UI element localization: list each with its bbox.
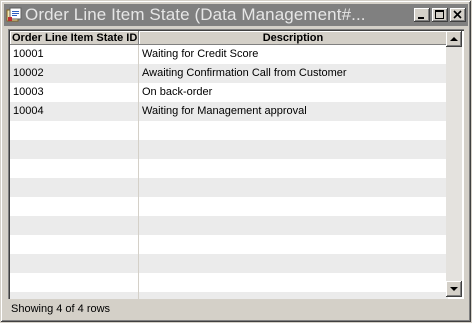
data-grid[interactable]: Order Line Item State ID Description 100… <box>8 29 464 299</box>
window-title: Order Line Item State (Data Management#.… <box>25 5 366 24</box>
grid-rows: 10001 Waiting for Credit Score 10002 Awa… <box>10 45 448 299</box>
empty-row <box>10 273 448 292</box>
empty-row <box>10 159 448 178</box>
grid-header: Order Line Item State ID Description <box>10 31 448 45</box>
empty-row <box>10 140 448 159</box>
cell-id[interactable]: 10003 <box>10 83 139 102</box>
close-button[interactable] <box>450 8 466 22</box>
cell-id[interactable]: 10002 <box>10 64 139 83</box>
table-row[interactable]: 10003 On back-order <box>10 83 448 102</box>
cell-description[interactable]: Awaiting Confirmation Call from Customer <box>139 64 448 83</box>
cell-id[interactable]: 10001 <box>10 45 139 64</box>
cell-description[interactable]: Waiting for Management approval <box>139 102 448 121</box>
table-row[interactable]: 10004 Waiting for Management approval <box>10 102 448 121</box>
arrow-up-icon <box>450 37 458 41</box>
empty-row <box>10 178 448 197</box>
close-icon <box>453 10 462 19</box>
empty-row <box>10 121 448 140</box>
table-row[interactable]: 10001 Waiting for Credit Score <box>10 45 448 64</box>
column-header-description[interactable]: Description <box>139 31 448 45</box>
table-row[interactable]: 10002 Awaiting Confirmation Call from Cu… <box>10 64 448 83</box>
empty-row <box>10 292 448 299</box>
window-app-icon[interactable] <box>6 7 22 23</box>
window: Order Line Item State (Data Management#.… <box>0 0 472 323</box>
status-bar: Showing 4 of 4 rows <box>11 303 111 315</box>
minimize-icon <box>418 17 424 19</box>
maximize-icon <box>435 10 444 19</box>
empty-row <box>10 216 448 235</box>
scroll-down-button[interactable] <box>446 281 462 297</box>
minimize-button[interactable] <box>414 8 430 22</box>
empty-row <box>10 197 448 216</box>
arrow-down-icon <box>450 287 458 291</box>
cell-description[interactable]: Waiting for Credit Score <box>139 45 448 64</box>
empty-row <box>10 254 448 273</box>
maximize-button[interactable] <box>432 8 448 22</box>
scroll-up-button[interactable] <box>446 31 462 47</box>
title-bar[interactable]: Order Line Item State (Data Management#.… <box>4 4 468 26</box>
vertical-scrollbar[interactable] <box>446 31 462 297</box>
cell-description[interactable]: On back-order <box>139 83 448 102</box>
empty-row <box>10 235 448 254</box>
cell-id[interactable]: 10004 <box>10 102 139 121</box>
column-header-id[interactable]: Order Line Item State ID <box>10 31 139 45</box>
